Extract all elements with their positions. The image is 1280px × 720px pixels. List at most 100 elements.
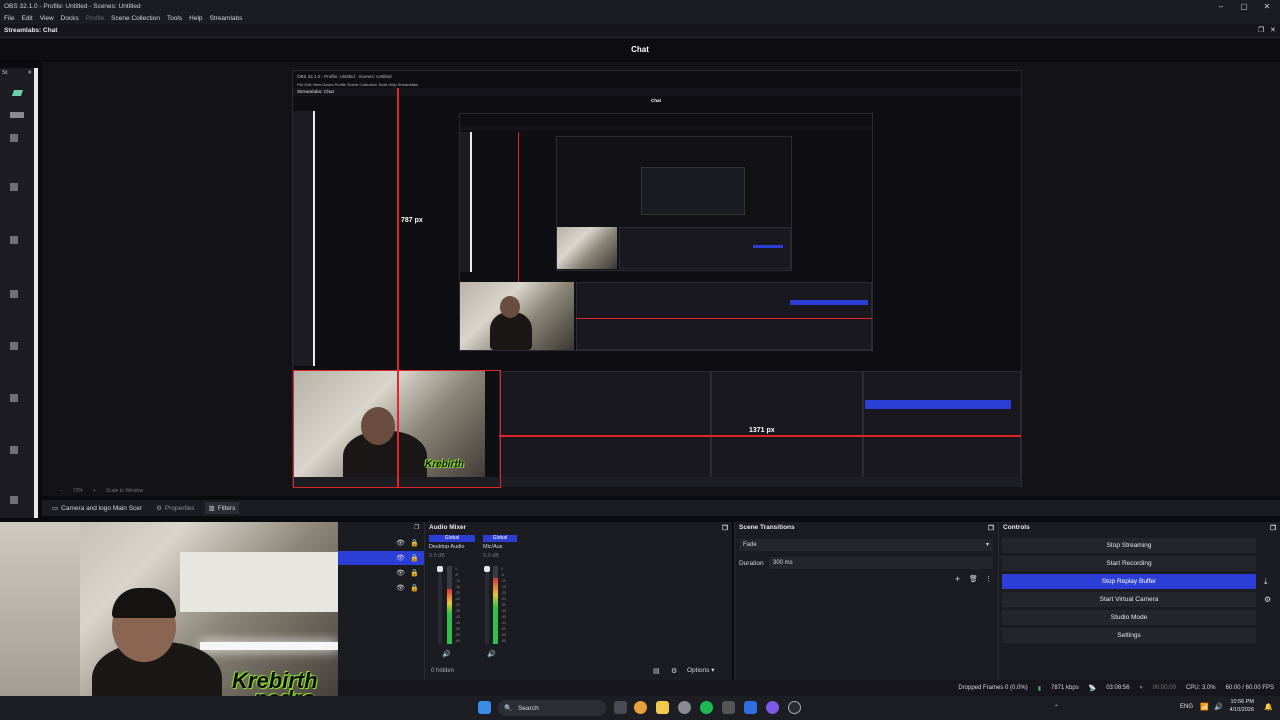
source-row[interactable]: 👁 🔒: [338, 551, 424, 565]
add-transition-icon[interactable]: +: [955, 574, 960, 584]
channel-1-fader[interactable]: [438, 566, 442, 644]
window-title: OBS 32.1.0 - Profile: Untitled - Scenes:…: [4, 2, 141, 10]
menu-tools[interactable]: Tools: [167, 15, 182, 22]
save-replay-icon[interactable]: ⤓: [1264, 577, 1268, 587]
tool-icon[interactable]: [10, 112, 24, 118]
obs-icon[interactable]: [788, 701, 801, 714]
filters-button[interactable]: ▥ Filters: [204, 502, 240, 514]
nested-3-active-button: [753, 245, 783, 248]
audio-mixer-panel: Audio Mixer ❐ Global Desktop Audio 0.0 d…: [424, 522, 732, 680]
list-item: [10, 134, 18, 142]
zoom-level: 73%: [72, 488, 83, 494]
volume-icon[interactable]: 🔊: [1214, 703, 1223, 711]
options-button[interactable]: Options ▾: [687, 666, 714, 674]
start-virtual-camera-button[interactable]: Start Virtual Camera: [1002, 592, 1256, 607]
channel-1-name[interactable]: Desktop Audio: [429, 544, 464, 550]
start-recording-button[interactable]: Start Recording: [1002, 556, 1256, 571]
audio-mixer-title: Audio Mixer: [429, 524, 467, 531]
notification-icon[interactable]: 🔔: [1264, 703, 1273, 711]
meter-fill: [493, 578, 498, 644]
panel-float-icon[interactable]: ❐: [722, 524, 728, 532]
discord-icon[interactable]: [766, 701, 779, 714]
language-indicator[interactable]: ENG: [1180, 704, 1193, 710]
duration-input[interactable]: 300 ms: [769, 557, 993, 569]
panel-float-icon[interactable]: ❐: [1270, 524, 1276, 532]
mixer-settings-icon[interactable]: ⚙: [671, 667, 677, 675]
close-button[interactable]: ✕: [1254, 0, 1280, 12]
dock-float-icon[interactable]: ❐: [1258, 26, 1264, 34]
stop-streaming-button[interactable]: Stop Streaming: [1002, 538, 1256, 553]
spotify-icon[interactable]: [700, 701, 713, 714]
task-view-icon[interactable]: [614, 701, 627, 714]
photos-icon[interactable]: [744, 701, 757, 714]
channel-2-name[interactable]: Mic/Aux: [483, 544, 503, 550]
stop-replay-buffer-button[interactable]: Stop Replay Buffer: [1002, 574, 1256, 589]
scale-mode[interactable]: Scale to Window: [106, 488, 143, 494]
trash-icon[interactable]: 🗑: [969, 575, 978, 583]
source-row[interactable]: 👁 🔒: [338, 581, 424, 595]
lock-icon[interactable]: 🔒: [410, 584, 419, 592]
chrome-icon[interactable]: [634, 701, 647, 714]
controls-title: Controls: [1003, 524, 1030, 531]
send-icon[interactable]: [11, 90, 24, 96]
source-row[interactable]: 👁 🔒: [338, 566, 424, 580]
system-clock[interactable]: 10:56 PM 4/10/2026: [1230, 698, 1254, 714]
signal-icon: ▮: [1037, 685, 1042, 692]
logo-k: K: [232, 668, 248, 693]
fps: 60.00 / 60.00 FPS: [1225, 685, 1274, 691]
source-name-label: Camera and logo Main Scer: [61, 504, 143, 512]
sources-float-icon[interactable]: ❐: [414, 524, 419, 531]
start-icon[interactable]: [478, 701, 491, 714]
menu-file[interactable]: File: [4, 15, 14, 22]
properties-button[interactable]: ⚙ Properties: [152, 502, 198, 514]
speaker-icon[interactable]: 🔊: [487, 650, 496, 658]
channel-2-fader[interactable]: [485, 566, 489, 644]
lock-icon[interactable]: 🔒: [410, 569, 419, 577]
zoom-out-icon[interactable]: −: [60, 488, 63, 494]
webcam-lights: [200, 642, 338, 650]
transition-select[interactable]: Fade ▾: [739, 539, 993, 551]
lock-icon[interactable]: 🔒: [410, 554, 419, 562]
panel-float-icon[interactable]: ❐: [988, 524, 994, 532]
source-row[interactable]: 👁 🔒: [338, 536, 424, 550]
channel-1-fader-handle[interactable]: [437, 566, 443, 572]
menu-help[interactable]: Help: [189, 15, 202, 22]
zoom-in-icon[interactable]: +: [93, 488, 96, 494]
menu-edit[interactable]: Edit: [21, 15, 32, 22]
dock-label: Streamlabs: Chat: [4, 27, 58, 34]
nested-scene-transitions: [711, 371, 863, 487]
menu-scene-collection[interactable]: Scene Collection: [111, 15, 160, 22]
channel-2-fader-handle[interactable]: [484, 566, 490, 572]
wifi-icon[interactable]: 📶: [1200, 703, 1209, 711]
sources-panel: ❐ 👁 🔒 👁 🔒 👁 🔒 👁 🔒: [338, 522, 424, 680]
menu-profile[interactable]: Profile: [86, 15, 104, 22]
menu-view[interactable]: View: [40, 15, 54, 22]
mixer-layout-icon[interactable]: ▤: [653, 667, 660, 675]
virtual-camera-settings-icon[interactable]: ⚙: [1264, 595, 1271, 604]
settings-button[interactable]: Settings: [1002, 628, 1256, 643]
tray-chevron-icon[interactable]: ⌃: [1054, 704, 1059, 711]
left-dock-close-icon[interactable]: ✕: [27, 70, 32, 76]
menu-docks[interactable]: Docks: [61, 15, 79, 22]
channel-1-meter: [447, 566, 452, 644]
app-icon[interactable]: [722, 701, 735, 714]
taskbar-search[interactable]: 🔍 Search: [498, 700, 606, 716]
left-dock-header: St ✕: [0, 68, 34, 78]
settings-app-icon[interactable]: [678, 701, 691, 714]
file-explorer-icon[interactable]: [656, 701, 669, 714]
menu-bar: File Edit View Docks Profile Scene Colle…: [0, 12, 1280, 24]
person-hair: [112, 588, 176, 618]
speaker-icon[interactable]: 🔊: [442, 650, 451, 658]
menu-streamlabs[interactable]: Streamlabs: [210, 15, 243, 22]
status-bar: Dropped Frames 0 (0.0%) ▮ 7871 kbps 📡 03…: [338, 680, 1280, 696]
list-item: [10, 446, 18, 454]
more-icon[interactable]: ⋮: [985, 575, 992, 583]
eye-icon[interactable]: 👁: [396, 539, 405, 547]
eye-icon[interactable]: 👁: [396, 554, 405, 562]
studio-mode-button[interactable]: Studio Mode: [1002, 610, 1256, 625]
eye-icon[interactable]: 👁: [396, 584, 405, 592]
webcam-cabinets: [180, 552, 338, 612]
dock-close-icon[interactable]: ✕: [1270, 26, 1276, 34]
lock-icon[interactable]: 🔒: [410, 539, 419, 547]
eye-icon[interactable]: 👁: [396, 569, 405, 577]
